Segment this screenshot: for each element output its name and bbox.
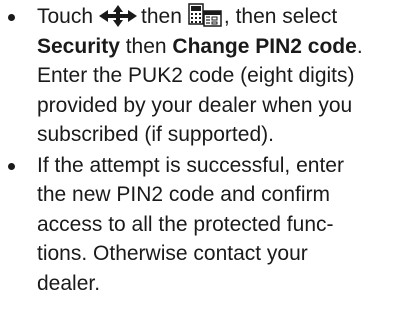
instruction-document: Touch then , then select Security then C…: [0, 0, 414, 298]
list-item-change-pin2: Touch then , then select Security then C…: [0, 2, 414, 150]
item1-line2: Security then Change PIN2 code.: [37, 32, 414, 62]
item1-line4: provided by your dealer when you: [37, 93, 353, 117]
then-text: then: [141, 5, 182, 28]
then-connector: then: [119, 34, 173, 58]
period-text: .: [356, 34, 363, 58]
item1-line5: subscribed (if supported).: [37, 123, 274, 146]
touch-text: Touch: [37, 5, 94, 28]
item2-line2: the new PIN2 code and confirm: [37, 183, 330, 206]
list-item-success: If the attempt is successful, enter the …: [0, 151, 414, 299]
bullet-icon: [8, 162, 15, 170]
bullet-icon: [8, 14, 15, 21]
item2-line1: If the attempt is successful, enter: [37, 153, 344, 177]
settings-menu-icon: [188, 3, 222, 28]
then-select-text: , then select: [223, 5, 338, 28]
item2-line5: dealer.: [37, 271, 101, 295]
item1-line3: Enter the PUK2 code (eight digits): [37, 64, 355, 87]
navigation-arrows-icon: [99, 4, 138, 27]
security-label: Security: [37, 34, 120, 58]
item2-line3: access to all the protected func-: [37, 212, 334, 236]
item1-line1: Touch then , then select: [37, 2, 414, 32]
item2-line4: tions. Otherwise contact your: [37, 242, 308, 265]
change-pin2-label: Change PIN2 code: [172, 34, 357, 58]
